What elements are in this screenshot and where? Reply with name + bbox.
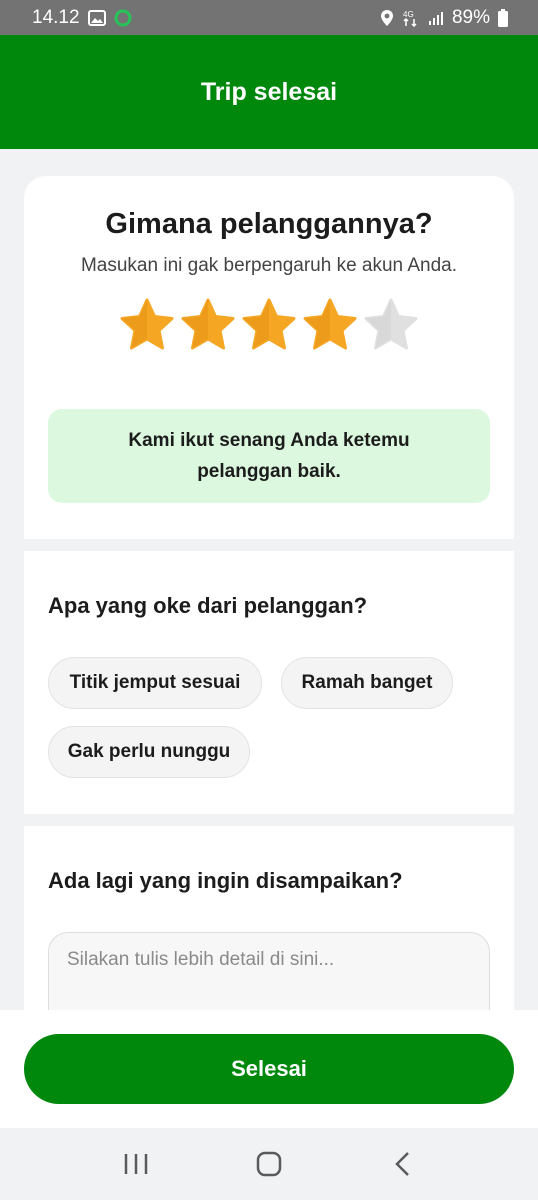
back-icon <box>394 1152 409 1176</box>
location-icon <box>380 9 394 27</box>
recent-apps-icon <box>125 1154 148 1174</box>
rating-subtitle: Masukan ini gak berpengaruh ke akun Anda… <box>80 255 458 276</box>
compliments-title: Apa yang oke dari pelanggan? <box>48 593 368 618</box>
data-arrows-icon: 4G <box>402 9 420 27</box>
page-title: Trip selesai <box>200 77 338 106</box>
done-button[interactable]: Selesai <box>24 1034 514 1104</box>
status-left: 14.12 <box>32 7 132 29</box>
system-nav-bar <box>0 1128 538 1200</box>
rating-card: Gimana pelanggannya? Masukan ini gak ber… <box>24 176 514 539</box>
status-bar: 14.12 4G 89% <box>0 0 538 35</box>
app-header: Trip selesai <box>0 35 538 149</box>
signal-icon <box>428 10 444 26</box>
bottom-action-bar: Selesai <box>0 1010 538 1128</box>
chip-ramah-banget[interactable]: Ramah banget <box>281 657 453 709</box>
star-filled-icon[interactable] <box>180 297 236 353</box>
chip-titik-jempat-sesuai[interactable]: Titik jemput sesuai <box>48 657 262 709</box>
battery-icon <box>498 8 508 27</box>
home-button[interactable] <box>239 1134 299 1194</box>
chip-gak-perlu-nunggu[interactable]: Gak perlu nunggu <box>48 726 250 778</box>
star-filled-icon[interactable] <box>241 297 297 353</box>
app-notification-icon <box>114 9 132 27</box>
star-filled-icon[interactable] <box>302 297 358 353</box>
rating-title: Gimana pelanggannya? <box>105 208 433 240</box>
status-time: 14.12 <box>32 6 80 28</box>
feedback-card: Ada lagi yang ingin disampaikan? <box>24 826 514 1052</box>
recent-apps-button[interactable] <box>106 1134 166 1194</box>
network-label: 4G <box>403 10 414 19</box>
back-button[interactable] <box>372 1134 432 1194</box>
star-empty-icon[interactable] <box>363 297 419 353</box>
gallery-icon <box>87 9 106 26</box>
star-rating <box>24 297 514 353</box>
feedback-title: Ada lagi yang ingin disampaikan? <box>48 868 403 893</box>
home-icon <box>256 1151 282 1177</box>
compliments-card: Apa yang oke dari pelanggan? Titik jempu… <box>24 551 514 814</box>
status-right: 4G 89% <box>380 7 508 29</box>
battery-percent: 89% <box>451 6 490 28</box>
rating-feedback-banner: Kami ikut senang Anda ketemu pelanggan b… <box>48 409 490 503</box>
star-filled-icon[interactable] <box>119 297 175 353</box>
rating-feedback-message: Kami ikut senang Anda ketemu pelanggan b… <box>128 430 410 482</box>
